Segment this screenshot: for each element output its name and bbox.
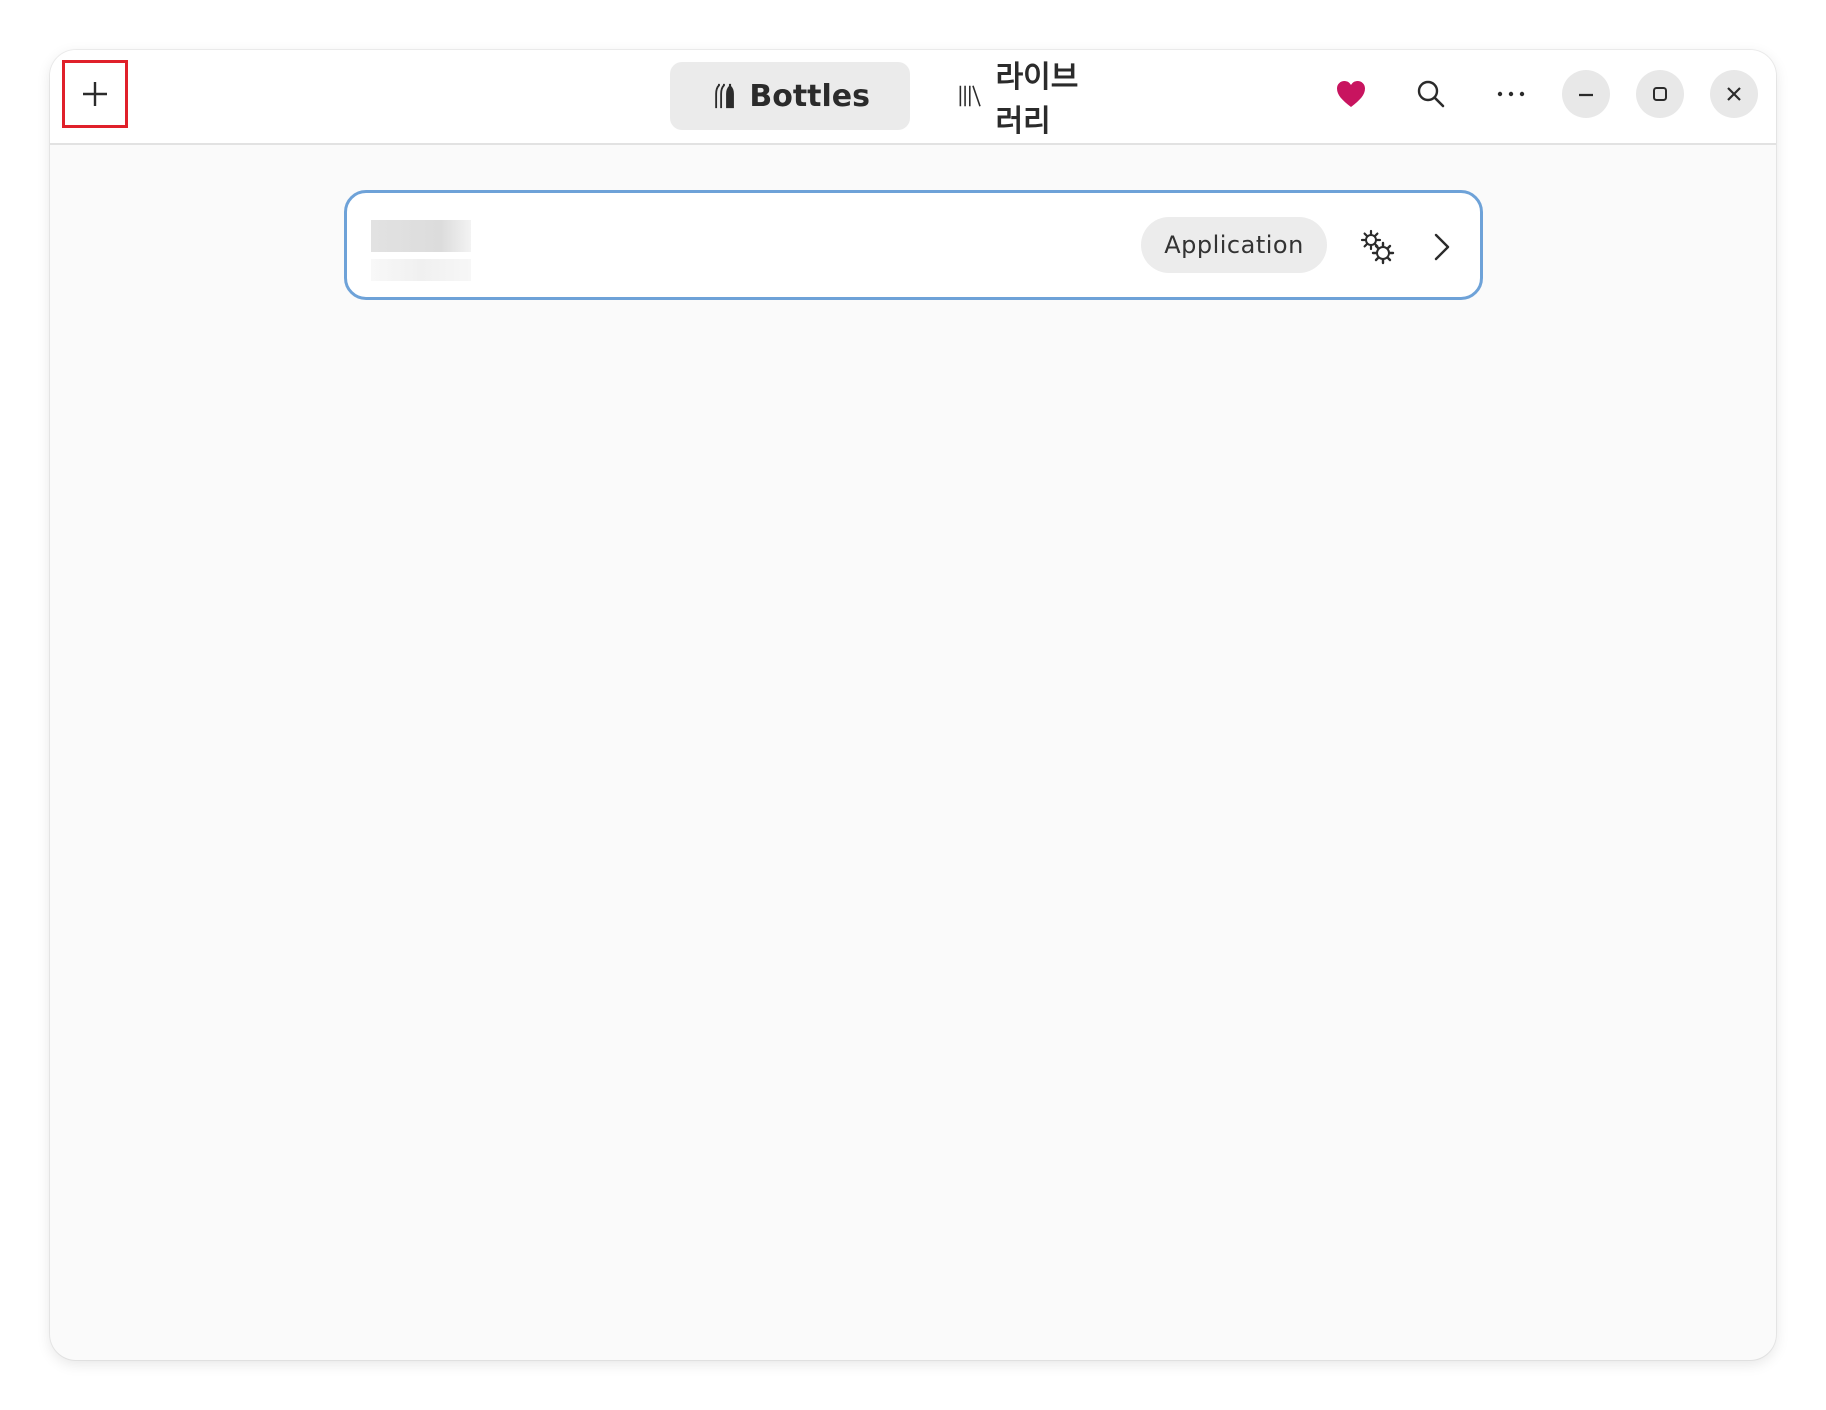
gears-icon[interactable] [1357,227,1397,267]
chevron-right-icon[interactable] [1422,227,1462,267]
maximize-button[interactable] [1636,70,1684,118]
header-bar: Bottles 라이브러리 [50,50,1776,145]
heart-icon [1337,81,1365,107]
more-icon [1497,91,1525,97]
bottle-row[interactable]: Application [344,190,1483,300]
tab-library[interactable]: 라이브러리 [914,60,1144,139]
main-menu-button[interactable] [1486,69,1536,119]
close-icon [1727,87,1741,101]
view-switcher: Bottles 라이브러리 [670,60,1144,139]
environment-badge: Application [1141,217,1327,273]
bottle-name [371,220,471,252]
header-actions [1296,69,1758,119]
app-window: Bottles 라이브러리 Application [50,50,1776,1360]
library-icon [959,85,981,107]
maximize-icon [1653,87,1667,101]
tab-library-label: 라이브러리 [995,60,1079,139]
add-bottle-button[interactable] [62,60,128,128]
donate-button[interactable] [1326,69,1376,119]
minimize-button[interactable] [1562,70,1610,118]
tab-bottles[interactable]: Bottles [670,62,910,130]
bottles-icon [715,83,734,109]
minimize-icon [1579,93,1593,97]
tab-bottles-label: Bottles [749,78,870,114]
search-button[interactable] [1406,69,1456,119]
close-button[interactable] [1710,70,1758,118]
bottle-subtitle [371,259,471,281]
add-icon [83,82,107,106]
search-icon [1417,80,1445,108]
